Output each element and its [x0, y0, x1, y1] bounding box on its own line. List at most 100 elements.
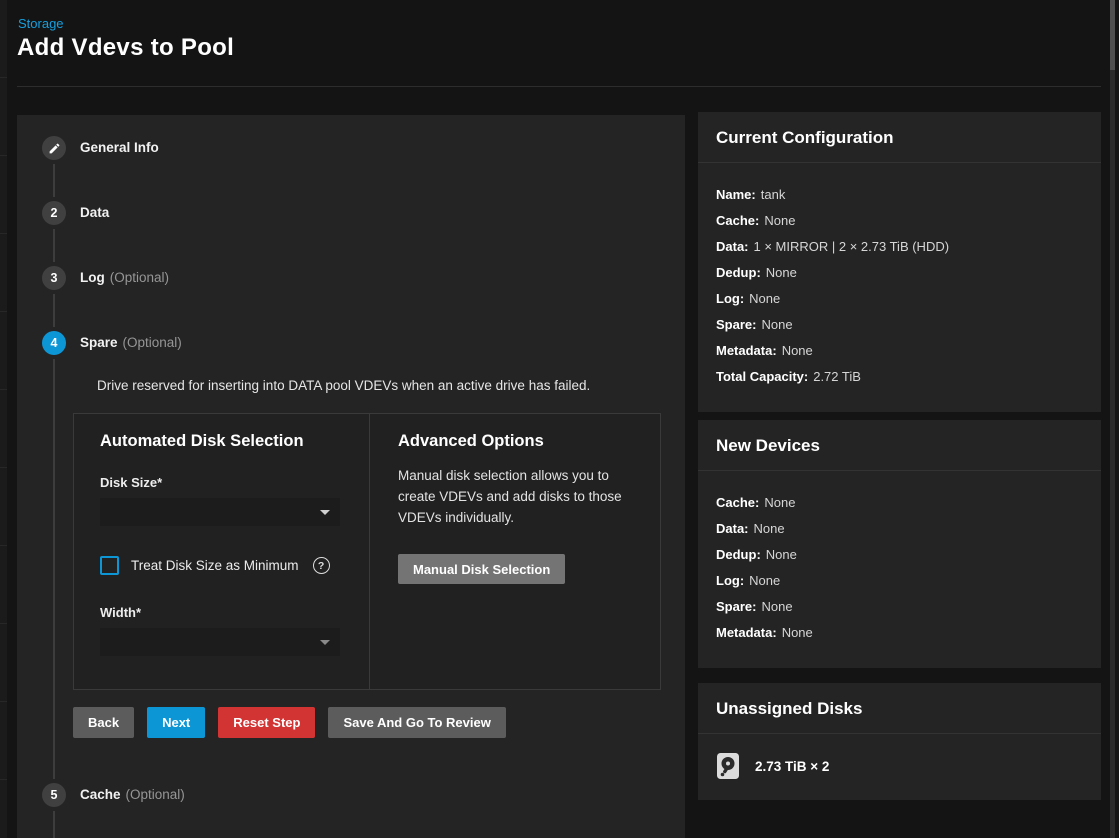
row-label: Cache:: [716, 213, 759, 228]
config-row: Log: None: [716, 291, 1083, 306]
unassigned-disk-size: 2.73 TiB × 2: [755, 759, 829, 774]
panel-body: Name:tank Cache:None Data:1 × MIRROR | 2…: [698, 163, 1101, 412]
step-number: 4: [51, 336, 58, 350]
advanced-options-section: Advanced Options Manual disk selection a…: [370, 414, 660, 689]
step-log[interactable]: 3 Log (Optional): [42, 266, 169, 290]
hard-disk-icon: [716, 752, 740, 780]
step-indicator-circle: 5: [42, 783, 66, 807]
row-label: Metadata:: [716, 343, 777, 358]
treat-disk-size-minimum-label: Treat Disk Size as Minimum: [131, 558, 299, 573]
breadcrumb-storage[interactable]: Storage: [18, 16, 64, 31]
disk-size-select[interactable]: [100, 498, 340, 526]
step-label: Log (Optional): [80, 269, 169, 287]
config-row: Log:None: [716, 573, 1083, 588]
manual-disk-selection-button[interactable]: Manual Disk Selection: [398, 554, 565, 584]
row-label: Spare:: [716, 317, 756, 332]
step-number: 5: [51, 788, 58, 802]
row-label: Spare:: [716, 599, 756, 614]
new-devices-title: New Devices: [716, 436, 1083, 456]
config-row: Name: tank: [716, 187, 1083, 202]
row-label: Log:: [716, 573, 744, 588]
row-value: None: [761, 317, 792, 332]
step-indicator-circle-active: 4: [42, 331, 66, 355]
width-label-text: Width: [100, 605, 136, 620]
step-label: Cache (Optional): [80, 786, 185, 804]
row-label: Log:: [716, 291, 744, 306]
new-devices-panel: New Devices Cache:None Data:None Dedup:N…: [698, 420, 1101, 668]
header-divider: [17, 86, 1101, 87]
panel-header: New Devices: [698, 420, 1101, 470]
row-value: None: [749, 291, 780, 306]
wizard-actions: Back Next Reset Step Save And Go To Revi…: [73, 707, 506, 738]
page-title: Add Vdevs to Pool: [17, 34, 234, 62]
step-optional: (Optional): [123, 335, 182, 350]
step-cache[interactable]: 5 Cache (Optional): [42, 783, 185, 807]
scrollbar-track[interactable]: [1110, 0, 1115, 838]
step-name: Cache: [80, 787, 121, 802]
row-label: Data:: [716, 521, 749, 536]
disk-size-label-text: Disk Size: [100, 475, 157, 490]
width-select[interactable]: [100, 628, 340, 656]
row-value: None: [782, 625, 813, 640]
panel-header: Current Configuration: [698, 112, 1101, 162]
current-configuration-title: Current Configuration: [716, 128, 1083, 148]
chevron-down-icon: [320, 510, 330, 515]
treat-disk-size-minimum-checkbox[interactable]: [100, 556, 119, 575]
row-label: Cache:: [716, 495, 759, 510]
row-value: None: [766, 547, 797, 562]
row-value: None: [754, 521, 785, 536]
pencil-edit-icon: [48, 142, 61, 155]
config-row: Cache: None: [716, 213, 1083, 228]
row-value: None: [761, 599, 792, 614]
width-label: Width*: [100, 605, 369, 620]
save-and-go-to-review-button[interactable]: Save And Go To Review: [328, 707, 505, 738]
current-configuration-panel: Current Configuration Name: tank Cache: No…: [698, 112, 1101, 412]
stepper-connector: [53, 229, 55, 262]
row-value: tank: [761, 187, 786, 202]
step-name: Log: [80, 270, 105, 285]
help-icon[interactable]: ?: [313, 557, 330, 574]
panel-header: Unassigned Disks: [698, 683, 1101, 733]
row-label: Name:: [716, 187, 756, 202]
step-indicator-circle: 2: [42, 201, 66, 225]
step-name: Spare: [80, 335, 118, 350]
reset-step-button[interactable]: Reset Step: [218, 707, 315, 738]
unassigned-disks-panel: Unassigned Disks 2.73 TiB × 2: [698, 683, 1101, 800]
required-marker: *: [157, 475, 162, 490]
next-button[interactable]: Next: [147, 707, 205, 738]
step-indicator-circle: 3: [42, 266, 66, 290]
scrollbar-thumb[interactable]: [1110, 0, 1115, 70]
step-label: Spare (Optional): [80, 334, 182, 352]
treat-disk-size-minimum-row: Treat Disk Size as Minimum ?: [100, 556, 369, 575]
advanced-heading: Advanced Options: [398, 432, 660, 451]
row-label: Data:: [716, 239, 749, 254]
disk-size-label: Disk Size*: [100, 475, 369, 490]
step-label: General Info: [80, 139, 164, 157]
panel-body: Cache:None Data:None Dedup:None Log:None…: [698, 471, 1101, 668]
stepper-connector: [53, 294, 55, 327]
step-data[interactable]: 2 Data: [42, 201, 114, 225]
chevron-down-icon: [320, 640, 330, 645]
step-optional: (Optional): [126, 787, 185, 802]
step-number: 3: [51, 271, 58, 285]
step-general-info[interactable]: General Info: [42, 136, 164, 160]
required-marker: *: [136, 605, 141, 620]
summary-column: Current Configuration Name: tank Cache: No…: [698, 112, 1101, 808]
step-label: Data: [80, 204, 114, 222]
row-label: Metadata:: [716, 625, 777, 640]
unassigned-disks-title: Unassigned Disks: [716, 699, 1083, 719]
step-spare[interactable]: 4 Spare (Optional): [42, 331, 182, 355]
step-name: General Info: [80, 140, 159, 155]
config-row: Metadata: None: [716, 625, 1083, 640]
config-row: Spare: None: [716, 317, 1083, 332]
automated-heading: Automated Disk Selection: [100, 432, 369, 451]
row-value: None: [782, 343, 813, 358]
panel-body: 2.73 TiB × 2: [698, 734, 1101, 800]
advanced-description: Manual disk selection allows you to crea…: [398, 465, 624, 528]
back-button[interactable]: Back: [73, 707, 134, 738]
collapsed-sidebar-edge: [0, 0, 7, 838]
step-name: Data: [80, 205, 109, 220]
row-value: None: [764, 213, 795, 228]
automated-disk-selection-section: Automated Disk Selection Disk Size* Trea…: [74, 414, 370, 689]
step-optional: (Optional): [110, 270, 169, 285]
